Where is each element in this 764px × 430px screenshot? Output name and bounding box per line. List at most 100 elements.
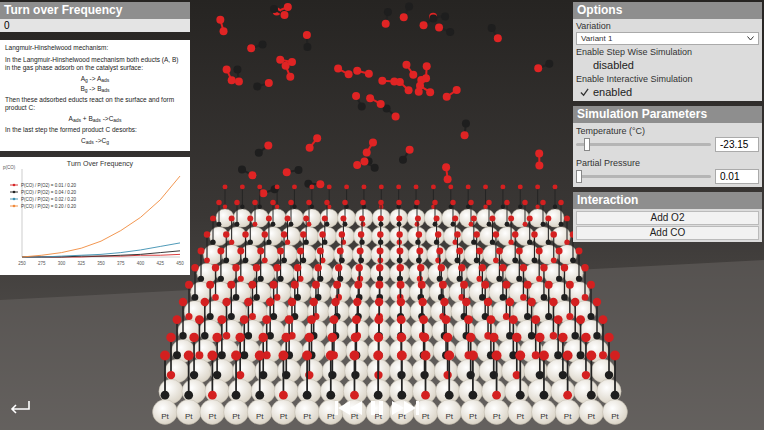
svg-text:Pt: Pt [540,412,548,421]
svg-text:Pt: Pt [185,412,193,421]
slider[interactable] [576,175,711,178]
surface-atom [310,248,331,303]
value-field[interactable]: 0.01 [715,169,759,184]
gas-molecule [420,14,438,29]
surface-atom [205,333,229,404]
surface-atom: Pt [153,351,178,425]
surface-atom [501,215,521,264]
surface-atom: Pt [247,351,272,425]
surface-atom: Pt [579,351,604,425]
surface-atom [482,333,506,404]
surface-atom [303,184,321,227]
formula: Ag -> Aads [5,75,185,83]
fast-forward-icon[interactable] [390,400,420,416]
gas-molecule [535,149,543,169]
surface-atom [332,231,352,283]
surface-atom [255,315,279,383]
svg-text:Pt: Pt [445,412,453,421]
surface-atom: Pt [318,351,343,425]
surface-atom [498,200,517,246]
surface-atom [390,184,408,227]
surface-atom [433,298,456,362]
back-arrow-icon[interactable] [8,400,32,416]
surface-atom [520,215,540,264]
svg-text:250: 250 [18,261,26,266]
surface-atom [300,200,319,246]
surface-atom: Pt [176,351,201,425]
gas-molecule [378,77,398,86]
variation-dropdown[interactable]: Variant 1 [576,32,759,45]
gas-molecule [366,94,385,108]
surface-atom [210,248,231,303]
surface-atom [462,200,481,246]
surface-atom [505,231,525,283]
surface-atom [343,333,367,404]
toggle-checkbox[interactable]: disabled [576,58,759,72]
surface-atom [409,248,430,303]
surface-atom [574,264,596,322]
gas-molecule [283,166,303,176]
svg-text:325: 325 [77,261,85,266]
surface-atom [574,333,598,404]
gas-molecule [402,61,417,79]
rewind-icon[interactable] [334,400,364,416]
svg-text:Pt: Pt [422,412,430,421]
svg-text:Turn Over Frequency: Turn Over Frequency [67,160,134,168]
surface-atom [495,281,517,342]
legend-item: P(CO) / P(O2) = 0.02 / 0.20 [10,197,76,202]
surface-atom [312,231,332,283]
surface-atom [427,215,447,264]
surface-atom [372,184,390,227]
surface-atom [255,231,275,283]
surface-atom [428,231,448,283]
surface-atom: Pt [508,351,533,425]
surface-atom [434,315,458,383]
surface-atom [263,281,285,342]
formula: Bg -> Bads [5,85,185,93]
tof-value: 0 [0,19,190,32]
svg-text:P(CO) / P(O2) = 0.20 / 0.20: P(CO) / P(O2) = 0.20 / 0.20 [21,204,76,209]
surface-atom [228,333,252,404]
slider[interactable] [576,143,711,146]
surface-atom [240,215,260,264]
surface-atom [459,333,483,404]
surface-atom [569,248,590,303]
svg-text:300: 300 [58,261,66,266]
gas-molecule [353,67,373,78]
pause-icon[interactable] [368,400,386,416]
surface-atom [431,264,453,322]
surface-atom: Pt [271,351,296,425]
gas-molecule [383,105,400,121]
surface-atom [591,315,615,383]
svg-text:400: 400 [137,261,145,266]
surface-atom: Pt [603,351,628,425]
surface-atom: Pt [295,351,320,425]
gas-molecule [363,138,377,156]
surface-atom [476,184,494,227]
gas-molecule [416,82,434,96]
surface-atom [436,333,460,404]
surface-atom [354,200,373,246]
value-field[interactable]: -23.15 [715,137,759,152]
surface-atom [222,215,242,264]
surface-atom [210,315,234,383]
surface-atom [410,264,432,322]
gas-molecule [255,141,273,156]
svg-text:350: 350 [97,261,105,266]
surface-atom [597,333,621,404]
surface-atom [318,200,337,246]
surface-atom [505,333,529,404]
surface-atom [551,333,575,404]
svg-text:450: 450 [176,261,184,266]
surface-atom [389,333,413,404]
surface-atom [546,315,570,383]
surface-atom [328,264,350,322]
gas-molecule [422,62,431,82]
interaction-button[interactable]: Add CO [576,226,759,240]
toggle-checkbox[interactable]: enabled [576,85,759,99]
surface-atom: Pt [413,351,438,425]
surface-atom [407,184,425,227]
svg-text:Pt: Pt [588,412,596,421]
surface-atom [390,215,410,264]
interaction-button[interactable]: Add O2 [576,211,759,225]
